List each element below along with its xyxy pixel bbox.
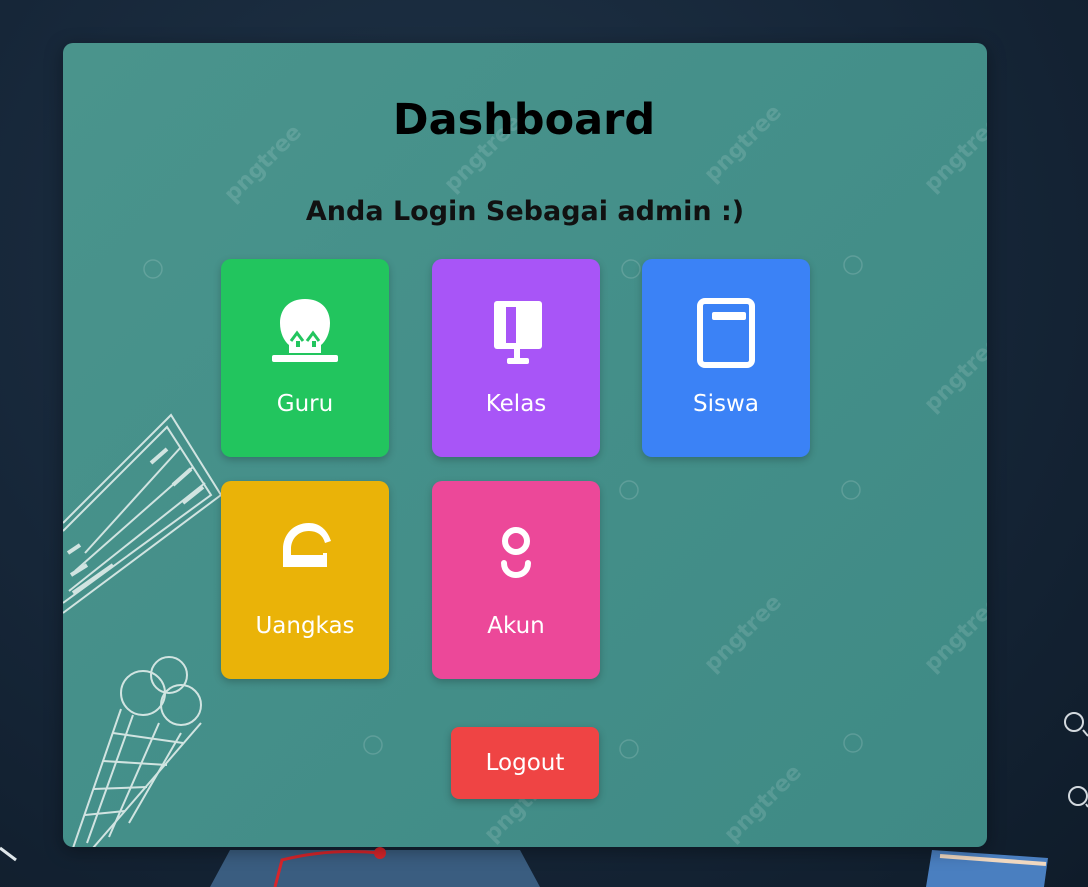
cash-icon: [283, 523, 331, 567]
menu-tile-label: Guru: [276, 391, 334, 417]
menu-tile-label: Kelas: [485, 391, 547, 417]
svg-text:pngtree: pngtree: [920, 590, 987, 677]
menu-tile-uangkas[interactable]: Uangkas: [221, 481, 389, 679]
ice-cream-sketch: [72, 656, 202, 847]
menu-tile-kelas[interactable]: Kelas: [432, 259, 600, 457]
dashboard-panel: pngtree pngtree pngtree pngtree pngtree …: [63, 43, 987, 847]
menu-tile-label: Akun: [487, 613, 545, 639]
menu-tile-guru[interactable]: Guru: [221, 259, 389, 457]
classroom-board-icon: [494, 301, 542, 364]
menu-tile-label: Siswa: [693, 391, 759, 417]
menu-tile-akun[interactable]: Akun: [432, 481, 600, 679]
svg-text:pngtree: pngtree: [700, 590, 787, 677]
abacus-sketch: [63, 413, 223, 614]
menu-tile-label: Uangkas: [255, 613, 355, 639]
user-account-icon: [501, 527, 531, 578]
svg-text:pngtree: pngtree: [920, 330, 987, 417]
svg-text:pngtree: pngtree: [720, 760, 807, 847]
logout-button[interactable]: Logout: [451, 727, 599, 799]
page-title: Dashboard: [392, 95, 656, 145]
menu-tile-siswa[interactable]: Siswa: [642, 259, 810, 457]
book-icon: [697, 298, 755, 368]
login-status-text: Anda Login Sebagai admin :): [305, 196, 745, 227]
teacher-icon: [272, 299, 338, 362]
